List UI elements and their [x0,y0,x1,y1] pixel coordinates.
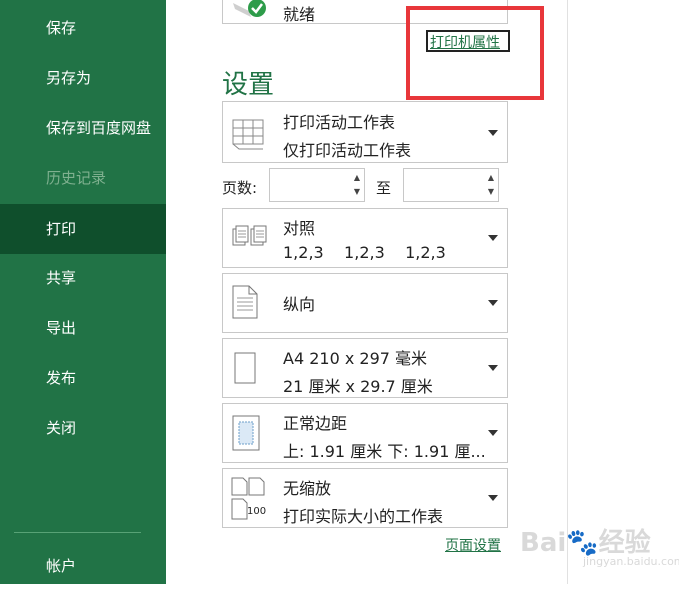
print-scope-desc: 仅打印活动工作表 [283,141,412,160]
margins-title: 正常边距 [283,414,348,433]
scaling-dropdown[interactable]: 100 无缩放 打印实际大小的工作表 [222,468,508,528]
chevron-down-icon [488,430,498,436]
collate-title: 对照 [283,219,316,238]
printer-status: 就绪 [283,5,316,24]
sidebar-item-history: 历史记录 [46,169,107,187]
printer-ready-icon [231,0,267,25]
sidebar-item-close[interactable]: 关闭 [0,403,166,453]
collate-dropdown[interactable]: 对照 1,2,3 1,2,3 1,2,3 [222,208,508,268]
portrait-icon [231,284,259,324]
sidebar-item-export[interactable]: 导出 [0,303,166,353]
settings-heading: 设置 [222,70,275,100]
scaling-title: 无缩放 [283,479,332,498]
collate-desc: 1,2,3 1,2,3 1,2,3 [283,243,446,262]
scaling-desc: 打印实际大小的工作表 [283,507,444,526]
spin-up-icon[interactable]: ▲ [354,174,360,182]
highlight-annotation [406,6,544,100]
paper-size-title: A4 210 x 297 毫米 [283,349,428,368]
watermark-logo: Bai🐾经验 [520,528,651,558]
backstage-sidebar: 保存 另存为 保存到百度网盘 历史记录 打印 共享 导出 发布 关闭 帐户 [0,0,166,584]
sidebar-item-share[interactable]: 共享 [0,253,166,303]
page-setup-link[interactable]: 页面设置 [445,535,501,555]
margins-icon [231,414,261,456]
sidebar-item-save-as[interactable]: 另存为 [0,53,166,103]
sidebar-item-print[interactable]: 打印 [0,204,166,254]
orientation-dropdown[interactable]: 纵向 [222,273,508,333]
spin-down-icon[interactable]: ▼ [488,188,494,196]
paper-size-desc: 21 厘米 x 29.7 厘米 [283,377,433,396]
print-scope-dropdown[interactable]: 打印活动工作表 仅打印活动工作表 [222,101,508,163]
chevron-down-icon [488,300,498,306]
chevron-down-icon [488,235,498,241]
scaling-icon-label: 100 [247,506,267,517]
pages-to-input[interactable]: ▲ ▼ [403,168,499,202]
paper-icon [231,351,259,389]
orientation-title: 纵向 [283,295,316,314]
paper-size-dropdown[interactable]: A4 210 x 297 毫米 21 厘米 x 29.7 厘米 [222,338,508,398]
sidebar-divider [14,532,141,533]
spin-down-icon[interactable]: ▼ [354,188,360,196]
chevron-down-icon [488,365,498,371]
collate-icon [231,223,269,253]
watermark-url: jingyan.baidu.com [583,555,679,568]
sidebar-item-save-to-baidu[interactable]: 保存到百度网盘 [0,103,166,153]
preview-divider [567,0,568,584]
sidebar-item-save[interactable]: 保存 [0,3,166,53]
no-scaling-icon [231,477,267,525]
pages-to-label: 至 [376,179,392,197]
margins-dropdown[interactable]: 正常边距 上: 1.91 厘米 下: 1.91 厘... [222,403,508,463]
spin-up-icon[interactable]: ▲ [488,174,494,182]
margins-desc: 上: 1.91 厘米 下: 1.91 厘... [283,442,486,461]
print-scope-title: 打印活动工作表 [283,113,396,132]
worksheet-icon [231,118,265,154]
chevron-down-icon [488,495,498,501]
sidebar-item-publish[interactable]: 发布 [0,353,166,403]
chevron-down-icon [488,130,498,136]
pages-label: 页数: [222,179,258,197]
pages-from-input[interactable]: ▲ ▼ [269,168,365,202]
